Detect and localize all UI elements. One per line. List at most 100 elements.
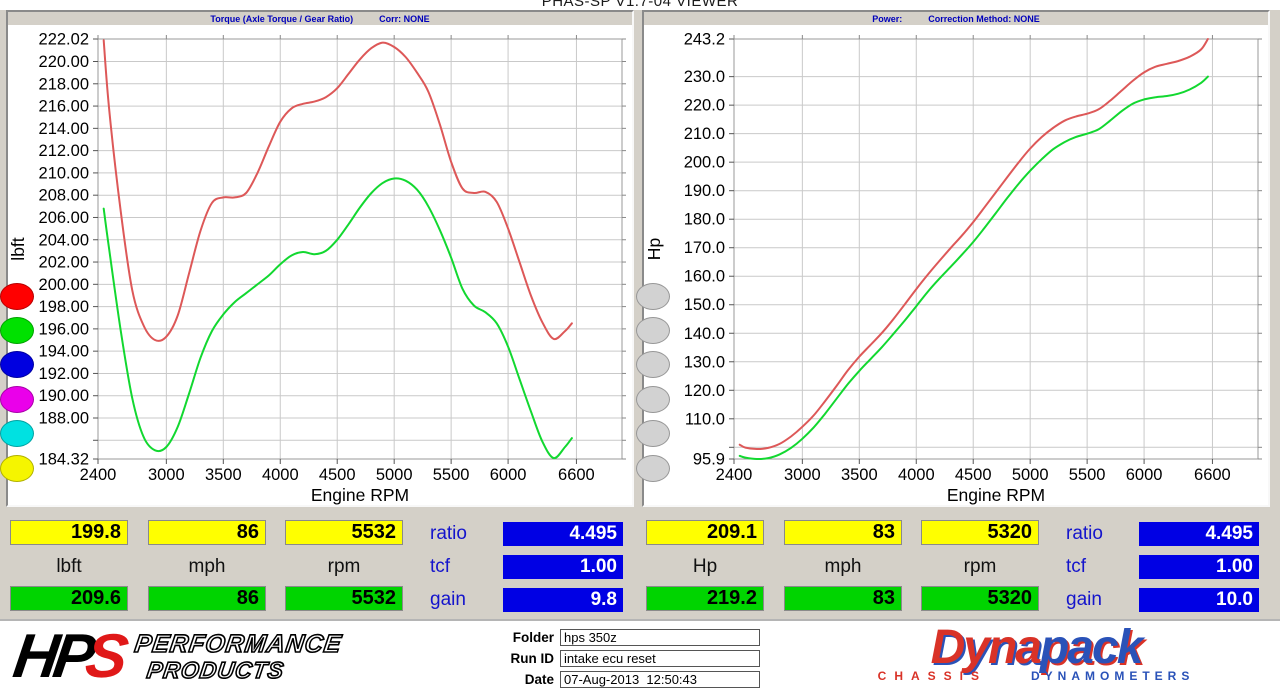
channel-color-button-4[interactable]: [0, 386, 34, 413]
svg-text:6000: 6000: [490, 466, 527, 484]
date-field[interactable]: 07-Aug-2013 12:50:43: [560, 671, 760, 688]
svg-text:192.00: 192.00: [39, 365, 89, 383]
svg-text:180.0: 180.0: [684, 211, 725, 229]
svg-text:200.00: 200.00: [39, 276, 89, 294]
power-chart-body: 243.2 230.0 220.0 210.0 200.0 190.0 180.0 170.0…: [636, 25, 1268, 505]
folder-field[interactable]: hps 350z: [560, 629, 760, 646]
dynapack-chassis-text: CHASSIS: [877, 669, 987, 683]
power-chart-panel: Power: Correction Method: NONE 243.2 230.…: [636, 10, 1270, 507]
power-unit-label: Hp: [692, 556, 718, 577]
svg-text:2400: 2400: [80, 466, 117, 484]
svg-text:208.00: 208.00: [39, 187, 89, 205]
gain-value: 10.0: [1139, 588, 1259, 612]
tcf-value: 1.00: [503, 555, 623, 579]
svg-text:150.0: 150.0: [684, 296, 725, 314]
channel-color-button-3[interactable]: [0, 351, 34, 378]
channel-color-button-1[interactable]: [0, 283, 34, 310]
channel-color-button-6[interactable]: [636, 455, 670, 482]
channel-color-button-2[interactable]: [636, 317, 670, 344]
speed-unit-label: mph: [824, 556, 862, 577]
svg-text:6600: 6600: [558, 466, 595, 484]
rpm-run2-value: 5532: [285, 586, 403, 611]
dynapack-dyna-text: Dyna: [930, 621, 1042, 674]
svg-text:3000: 3000: [784, 466, 821, 484]
channel-color-button-6[interactable]: [0, 455, 34, 482]
gain-label: gain: [430, 589, 466, 610]
torque-chart: 222.02 220.00 218.00 216.00 214.00 212.00 210.…: [8, 31, 626, 505]
power-header-label: Power:: [872, 13, 903, 24]
rpm-unit-label: rpm: [963, 556, 997, 577]
svg-text:6600: 6600: [1194, 466, 1231, 484]
hps-products-text: PRODUCTS: [144, 656, 286, 684]
date-row: Date 07-Aug-2013 12:50:43: [494, 671, 760, 688]
svg-text:243.2: 243.2: [684, 31, 725, 49]
channel-color-button-5[interactable]: [636, 420, 670, 447]
svg-text:216.00: 216.00: [39, 98, 89, 116]
dyno-viewer-app: PHAS-SP V1.7-04 VIEWER Torque (Axle Torq…: [0, 0, 1280, 689]
svg-text:194.00: 194.00: [39, 343, 89, 361]
channel-color-button-2[interactable]: [0, 317, 34, 344]
power-chart-header: Power: Correction Method: NONE: [644, 12, 1268, 25]
channel-color-button-5[interactable]: [0, 420, 34, 447]
rpm-run1-value: 5532: [285, 520, 403, 545]
svg-text:3500: 3500: [841, 466, 878, 484]
power-correction-label: Correction Method: NONE: [928, 13, 1040, 24]
svg-text:214.00: 214.00: [39, 120, 89, 138]
date-label: Date: [524, 672, 554, 687]
rpm-unit-label: rpm: [327, 556, 361, 577]
svg-text:210.00: 210.00: [39, 164, 89, 182]
svg-text:230.0: 230.0: [684, 68, 725, 86]
svg-text:170.0: 170.0: [684, 239, 725, 257]
power-chart: 243.2 230.0 220.0 210.0 200.0 190.0 180.0 170.0…: [644, 31, 1262, 505]
charts-area: Torque (Axle Torque / Gear Ratio) Corr: …: [0, 10, 1280, 507]
svg-text:lbft: lbft: [8, 237, 28, 260]
svg-text:4500: 4500: [955, 466, 992, 484]
svg-text:Engine RPM: Engine RPM: [311, 485, 409, 505]
svg-text:160.0: 160.0: [684, 268, 725, 286]
hps-logo: HPS PERFORMANCE PRODUCTS: [9, 622, 344, 689]
torque-chart-header: Torque (Axle Torque / Gear Ratio) Corr: …: [8, 12, 632, 25]
svg-text:188.00: 188.00: [39, 410, 89, 428]
svg-text:3000: 3000: [148, 466, 185, 484]
svg-text:4000: 4000: [898, 466, 935, 484]
svg-text:4000: 4000: [262, 466, 299, 484]
svg-text:212.00: 212.00: [39, 142, 89, 160]
hps-performance-text: PERFORMANCE: [132, 629, 344, 659]
folder-row: Folder hps 350z: [494, 629, 760, 646]
svg-text:110.0: 110.0: [685, 410, 725, 428]
torque-chart-panel: Torque (Axle Torque / Gear Ratio) Corr: …: [0, 10, 634, 507]
svg-text:190.00: 190.00: [39, 387, 89, 405]
ratio-value: 4.495: [1139, 522, 1259, 546]
svg-text:3500: 3500: [205, 466, 242, 484]
tcf-label: tcf: [430, 556, 451, 577]
svg-text:200.0: 200.0: [684, 154, 725, 172]
channel-color-button-4[interactable]: [636, 386, 670, 413]
svg-text:196.00: 196.00: [39, 320, 89, 338]
svg-text:198.00: 198.00: [39, 298, 89, 316]
torque-readout-panel: 199.8 86 5532 lbft mph rpm 209.6 86 5532…: [6, 513, 634, 615]
channel-color-button-1[interactable]: [636, 283, 670, 310]
runid-field[interactable]: intake ecu reset: [560, 650, 760, 667]
speed-run1-value: 86: [148, 520, 266, 545]
ratio-label: ratio: [1066, 523, 1103, 544]
svg-text:6000: 6000: [1126, 466, 1163, 484]
channel-color-button-3[interactable]: [636, 351, 670, 378]
dynapack-logo: Dynapack CHASSIS DYNAMOMETERS: [806, 624, 1266, 684]
hps-words: PERFORMANCE PRODUCTS: [129, 629, 344, 684]
svg-text:5500: 5500: [433, 466, 470, 484]
gain-value: 9.8: [503, 588, 623, 612]
torque-correction-label: Corr: NONE: [379, 13, 430, 24]
speed-run2-value: 83: [784, 586, 902, 611]
tcf-value: 1.00: [1139, 555, 1259, 579]
ratio-label: ratio: [430, 523, 467, 544]
dynapack-subtitle: CHASSIS DYNAMOMETERS: [806, 669, 1266, 683]
svg-text:4500: 4500: [319, 466, 356, 484]
svg-text:Engine RPM: Engine RPM: [947, 485, 1045, 505]
torque-header-label: Torque (Axle Torque / Gear Ratio): [210, 13, 354, 24]
runid-row: Run ID intake ecu reset: [494, 650, 760, 667]
svg-text:204.00: 204.00: [39, 231, 89, 249]
power-run1-value: 209.1: [646, 520, 764, 545]
svg-text:210.0: 210.0: [684, 125, 725, 143]
speed-unit-label: mph: [188, 556, 226, 577]
power-readout-panel: 209.1 83 5320 Hp mph rpm 219.2 83 5320 r…: [642, 513, 1270, 615]
